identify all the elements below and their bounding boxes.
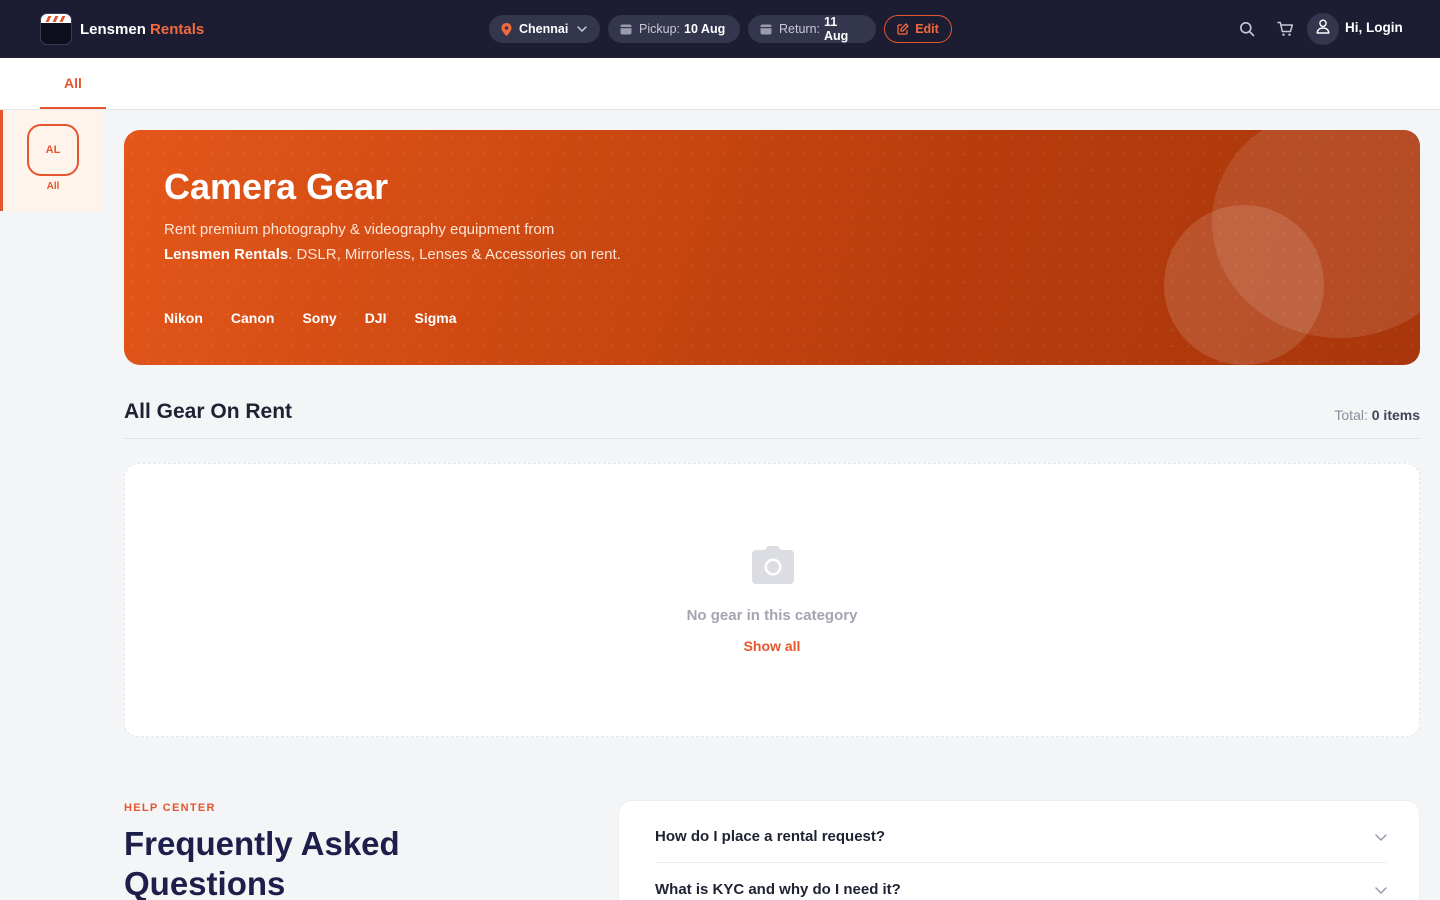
faq-list: How do I place a rental request? What is…	[618, 800, 1420, 900]
section-divider	[124, 438, 1420, 439]
cart-icon[interactable]	[1275, 19, 1295, 39]
hero-banner: Camera Gear Rent premium photography & v…	[124, 130, 1420, 365]
faq-item[interactable]: How do I place a rental request?	[655, 810, 1387, 863]
chevron-down-icon	[577, 26, 588, 32]
section-title: All Gear On Rent	[124, 400, 293, 423]
brand-name-accent: Rentals	[150, 20, 205, 38]
brand-link-sony[interactable]: Sony	[302, 310, 336, 326]
return-value: 11 Aug	[824, 15, 849, 43]
faq-question: What is KYC and why do I need it?	[655, 881, 901, 898]
chevron-down-icon	[1375, 881, 1387, 898]
return-label: Return:	[779, 22, 820, 36]
edit-button-label: Edit	[915, 22, 939, 36]
faq-item[interactable]: What is KYC and why do I need it?	[655, 863, 1387, 900]
hero-title: Camera Gear	[164, 166, 389, 207]
calendar-icon	[620, 23, 632, 35]
brand-logo-icon	[40, 13, 72, 45]
sidebar-item-all[interactable]: AL All	[0, 110, 103, 211]
top-navbar: Lensmen Rentals Chennai Pickup: 10 Aug R…	[0, 0, 1440, 58]
edit-dates-button[interactable]: Edit	[884, 15, 952, 43]
empty-state-message: No gear in this category	[686, 607, 858, 624]
search-icon[interactable]	[1237, 19, 1257, 39]
category-tabs: All	[0, 58, 1440, 110]
brand-list: Nikon Canon Sony DJI Sigma	[164, 310, 485, 326]
total-value: 0 items	[1371, 407, 1420, 423]
login-link[interactable]: Hi, Login	[1345, 20, 1403, 35]
city-name: Chennai	[519, 22, 569, 36]
hero-desc-prefix: Rent premium photography & videography e…	[164, 221, 555, 238]
brand-link-nikon[interactable]: Nikon	[164, 310, 203, 326]
edit-icon	[897, 23, 909, 35]
chevron-down-icon	[1375, 828, 1387, 845]
return-date-selector[interactable]: Return: 11 Aug	[748, 15, 876, 43]
brand-name-main: Lensmen	[80, 20, 146, 38]
empty-state: No gear in this category Show all	[124, 463, 1420, 737]
faq-title: Frequently Asked Questions	[124, 825, 400, 900]
pickup-label: Pickup:	[639, 22, 680, 36]
sidebar-item-label: All	[46, 181, 60, 192]
brand-logo-link[interactable]: Lensmen Rentals	[40, 12, 204, 46]
pickup-value: 10 Aug	[684, 22, 726, 36]
help-center-eyebrow: HELP CENTER	[124, 802, 216, 814]
hero-description: Rent premium photography & videography e…	[164, 218, 624, 267]
brand-link-sigma[interactable]: Sigma	[414, 310, 456, 326]
calendar-icon	[760, 23, 772, 35]
hero-desc-suffix: . DSLR, Mirrorless, Lenses & Accessories…	[288, 245, 621, 263]
pickup-date-selector[interactable]: Pickup: 10 Aug	[608, 15, 740, 43]
total-label: Total:	[1334, 407, 1368, 423]
location-pin-icon	[501, 22, 512, 36]
total-count: Total: 0 items	[1334, 407, 1420, 423]
tab-all[interactable]: All	[40, 58, 106, 109]
user-icon	[1316, 19, 1330, 39]
brand-link-canon[interactable]: Canon	[231, 310, 275, 326]
hero-decor-circle	[1164, 205, 1324, 365]
show-all-link[interactable]: Show all	[125, 638, 1419, 654]
category-badge: AL	[27, 124, 79, 176]
city-selector[interactable]: Chennai	[489, 15, 600, 43]
hero-desc-brand: Lensmen Rentals	[164, 245, 289, 263]
brand-link-dji[interactable]: DJI	[365, 310, 387, 326]
user-avatar-button[interactable]	[1307, 13, 1339, 45]
faq-question: How do I place a rental request?	[655, 827, 886, 845]
brand-name: Lensmen Rentals	[80, 21, 204, 38]
camera-icon	[752, 546, 794, 584]
